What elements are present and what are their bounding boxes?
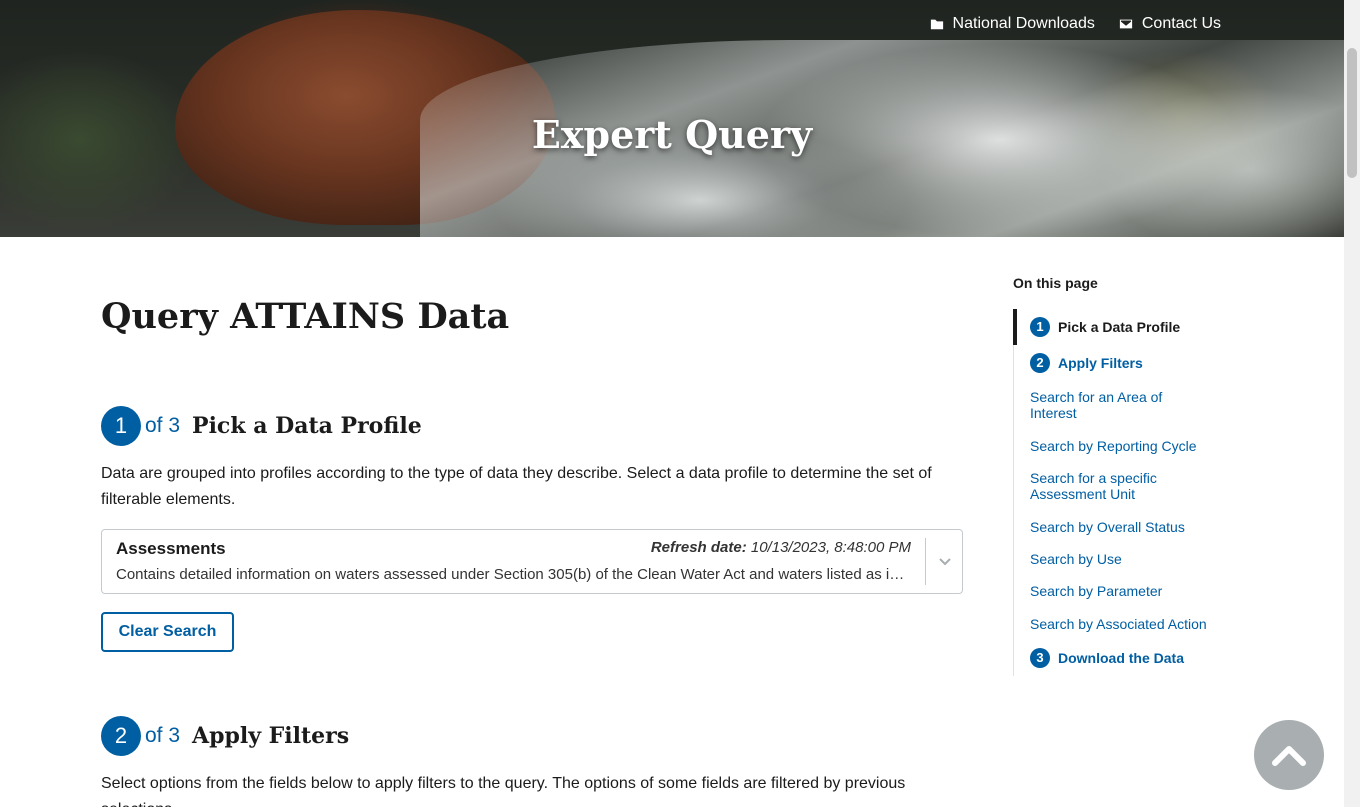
step-1-number: 1 [101, 406, 141, 446]
nav-step-3-number: 3 [1030, 648, 1050, 668]
nav-item-label: Download the Data [1058, 650, 1185, 666]
nav-item-overall-status[interactable]: Search by Overall Status [1030, 519, 1210, 535]
step-2-title: Apply Filters [192, 723, 350, 749]
step-2-heading: 2 of 3 Apply Filters [101, 716, 349, 756]
hero-banner: Expert Query National Downloads Contact … [0, 0, 1344, 237]
chevron-down-icon[interactable] [938, 554, 952, 568]
mail-icon [1119, 19, 1132, 29]
step-1-of: of 3 [145, 414, 181, 437]
folder-icon [930, 19, 943, 30]
contact-us-label: Contact Us [1141, 15, 1221, 32]
nav-item-label: Apply Filters [1058, 355, 1143, 371]
national-downloads-label: National Downloads [952, 15, 1095, 32]
nav-step-2-number: 2 [1030, 353, 1050, 373]
refresh-date-value: 10/13/2023, 8:48:00 PM [750, 539, 911, 556]
step-2-of: of 3 [145, 724, 181, 747]
nav-item-reporting-cycle[interactable]: Search by Reporting Cycle [1030, 438, 1210, 454]
back-to-top-button[interactable] [1254, 720, 1324, 790]
step-1-description: Data are grouped into profiles according… [101, 465, 932, 508]
nav-item-download-data[interactable]: 3 Download the Data [1030, 648, 1210, 668]
nav-item-associated-action[interactable]: Search by Associated Action [1030, 616, 1210, 632]
on-this-page-heading: On this page [1013, 275, 1098, 291]
nav-item-use[interactable]: Search by Use [1030, 551, 1210, 567]
chevron-up-icon [1272, 746, 1306, 766]
select-divider [925, 538, 926, 585]
profile-refresh-date: Refresh date: 10/13/2023, 8:48:00 PM [651, 539, 911, 556]
nav-item-apply-filters[interactable]: 2 Apply Filters [1030, 353, 1210, 373]
nav-active-indicator [1013, 309, 1017, 345]
scrollbar-thumb[interactable] [1347, 48, 1357, 178]
page-title: Query ATTAINS Data [101, 296, 510, 337]
national-downloads-link[interactable]: National Downloads [930, 15, 1095, 33]
top-links: National Downloads Contact Us [930, 15, 1221, 33]
nav-item-assessment-unit[interactable]: Search for a specific Assessment Unit [1030, 470, 1180, 502]
data-profile-select[interactable]: Assessments Refresh date: 10/13/2023, 8:… [101, 529, 963, 594]
profile-name: Assessments [116, 539, 226, 558]
step-1-heading: 1 of 3 Pick a Data Profile [101, 406, 422, 446]
step-1-title: Pick a Data Profile [192, 413, 422, 439]
page: Expert Query National Downloads Contact … [0, 0, 1360, 807]
contact-us-link[interactable]: Contact Us [1119, 15, 1221, 33]
nav-item-area-of-interest[interactable]: Search for an Area of Interest [1030, 389, 1180, 421]
on-this-page-nav: 1 Pick a Data Profile 2 Apply Filters Se… [1013, 309, 1214, 676]
clear-search-button[interactable]: Clear Search [101, 612, 234, 652]
page-scrollbar[interactable] [1344, 0, 1360, 807]
step-2-number: 2 [101, 716, 141, 756]
nav-item-parameter[interactable]: Search by Parameter [1030, 583, 1210, 599]
page-hero-title: Expert Query [531, 112, 813, 157]
refresh-date-label: Refresh date: [650, 539, 747, 556]
nav-step-1-number: 1 [1030, 317, 1050, 337]
nav-item-label: Pick a Data Profile [1058, 319, 1181, 335]
nav-item-pick-data-profile[interactable]: 1 Pick a Data Profile [1030, 317, 1210, 337]
profile-description: Contains detailed information on waters … [116, 566, 909, 583]
step-2-description: Select options from the fields below to … [101, 775, 906, 807]
